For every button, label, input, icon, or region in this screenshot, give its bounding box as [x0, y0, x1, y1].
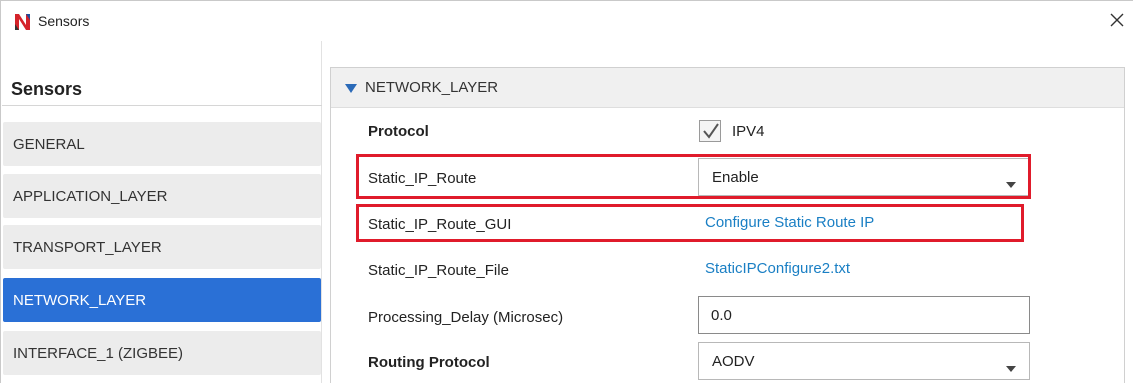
chevron-down-icon [1006, 359, 1016, 372]
sidebar-item-general[interactable]: GENERAL [3, 122, 321, 166]
sidebar-item-label: TRANSPORT_LAYER [13, 239, 162, 256]
section-title: NETWORK_LAYER [365, 79, 499, 96]
routing-protocol-value: AODV [712, 353, 755, 370]
sidebar-item-transport-layer[interactable]: TRANSPORT_LAYER [3, 225, 321, 269]
netsim-logo-icon [13, 12, 33, 32]
close-button[interactable] [1106, 9, 1128, 31]
protocol-label: Protocol [368, 123, 429, 140]
processing-delay-input[interactable]: 0.0 [698, 296, 1030, 334]
sidebar-heading: Sensors [11, 79, 83, 99]
checkmark-icon [703, 123, 719, 139]
highlight-static-ip-route [356, 154, 1031, 199]
triangle-down-icon [345, 81, 357, 93]
section-header-network-layer[interactable]: NETWORK_LAYER [331, 68, 1124, 108]
ipv4-label: IPV4 [732, 123, 765, 140]
routing-protocol-label: Routing Protocol [368, 354, 490, 371]
close-icon [1110, 13, 1124, 27]
properties-panel: NETWORK_LAYER Protocol IPV4 Static_IP_Ro… [330, 67, 1125, 383]
sidebar-item-label: NETWORK_LAYER [13, 292, 147, 309]
sidebar-item-interface-1-zigbee[interactable]: INTERFACE_1 (ZIGBEE) [3, 331, 321, 375]
sidebar-divider [2, 105, 322, 106]
static-ip-configure-file-link[interactable]: StaticIPConfigure2.txt [705, 260, 850, 277]
static-ip-route-file-label: Static_IP_Route_File [368, 262, 509, 279]
sidebar-item-network-layer[interactable]: NETWORK_LAYER [3, 278, 321, 322]
sidebar-item-label: APPLICATION_LAYER [13, 188, 168, 205]
sidebar-item-label: INTERFACE_1 (ZIGBEE) [13, 345, 184, 362]
processing-delay-label: Processing_Delay (Microsec) [368, 309, 564, 326]
sidebar-item-application-layer[interactable]: APPLICATION_LAYER [3, 174, 321, 218]
window-title: Sensors [38, 13, 90, 29]
sidebar-item-label: GENERAL [13, 136, 85, 153]
routing-protocol-select[interactable]: AODV [698, 342, 1030, 380]
processing-delay-value: 0.0 [711, 307, 732, 324]
sensors-dialog: Sensors Sensors GENERAL APPLICATION_LAYE… [0, 0, 1133, 383]
highlight-static-ip-route-gui [356, 204, 1024, 242]
title-bar: Sensors [1, 1, 1133, 41]
sidebar: Sensors GENERAL APPLICATION_LAYER TRANSP… [2, 41, 322, 383]
ipv4-checkbox[interactable] [699, 120, 721, 142]
